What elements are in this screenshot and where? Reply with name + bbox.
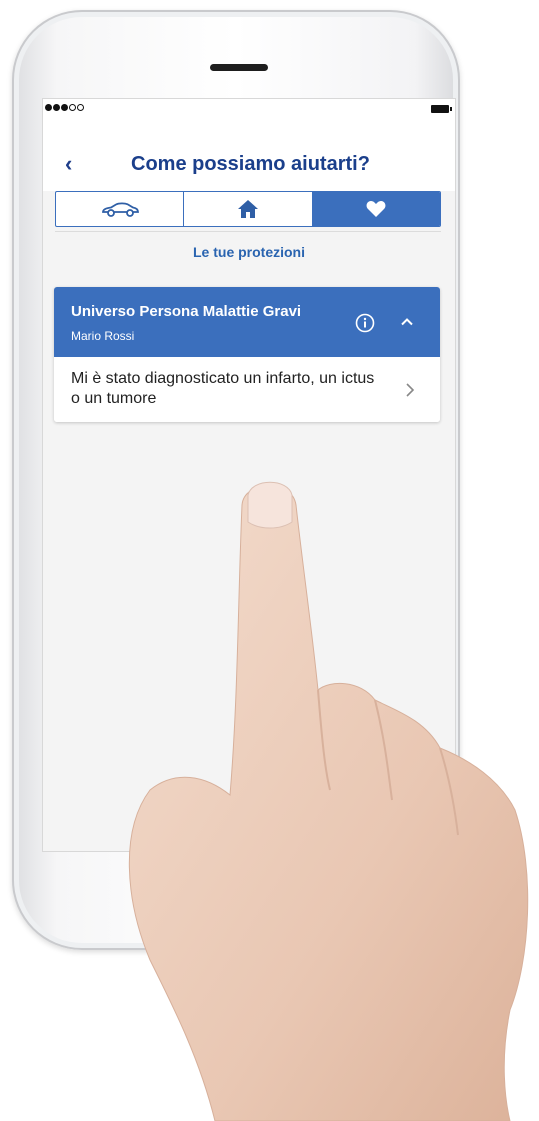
claim-option[interactable]: Mi è stato diagnosticato un infarto, un …	[54, 357, 440, 422]
divider	[55, 231, 441, 232]
tab-health[interactable]	[312, 192, 440, 226]
section-title: Le tue protezioni	[193, 244, 305, 260]
policy-card-header[interactable]: Universo Persona Malattie Gravi Mario Ro…	[54, 287, 440, 357]
status-bar	[43, 99, 455, 119]
home-icon	[237, 200, 258, 218]
signal-dots-icon	[45, 104, 84, 111]
heart-icon	[366, 201, 386, 217]
chevron-up-icon[interactable]	[399, 314, 415, 330]
speaker-slot	[210, 64, 268, 71]
page-title: Come possiamo aiutarti?	[131, 153, 370, 175]
category-tabs	[55, 191, 441, 227]
phone-frame: ‹ Come possiamo aiutarti? Le tue protezi…	[12, 10, 460, 950]
policy-card: Universo Persona Malattie Gravi Mario Ro…	[54, 287, 440, 422]
claim-option-label: Mi è stato diagnosticato un infarto, un …	[71, 370, 375, 407]
tab-home[interactable]	[184, 192, 313, 226]
navigation-bar: ‹ Come possiamo aiutarti?	[43, 119, 455, 191]
insured-name: Mario Rossi	[71, 329, 135, 343]
app-screen: ‹ Come possiamo aiutarti? Le tue protezi…	[42, 98, 456, 852]
info-icon[interactable]	[355, 313, 375, 333]
home-button[interactable]	[197, 868, 279, 950]
chevron-right-icon	[406, 383, 415, 397]
battery-icon	[431, 105, 452, 113]
car-icon	[101, 202, 139, 217]
tab-car[interactable]	[56, 192, 185, 226]
back-button[interactable]: ‹	[65, 151, 72, 177]
policy-name: Universo Persona Malattie Gravi	[71, 303, 302, 320]
